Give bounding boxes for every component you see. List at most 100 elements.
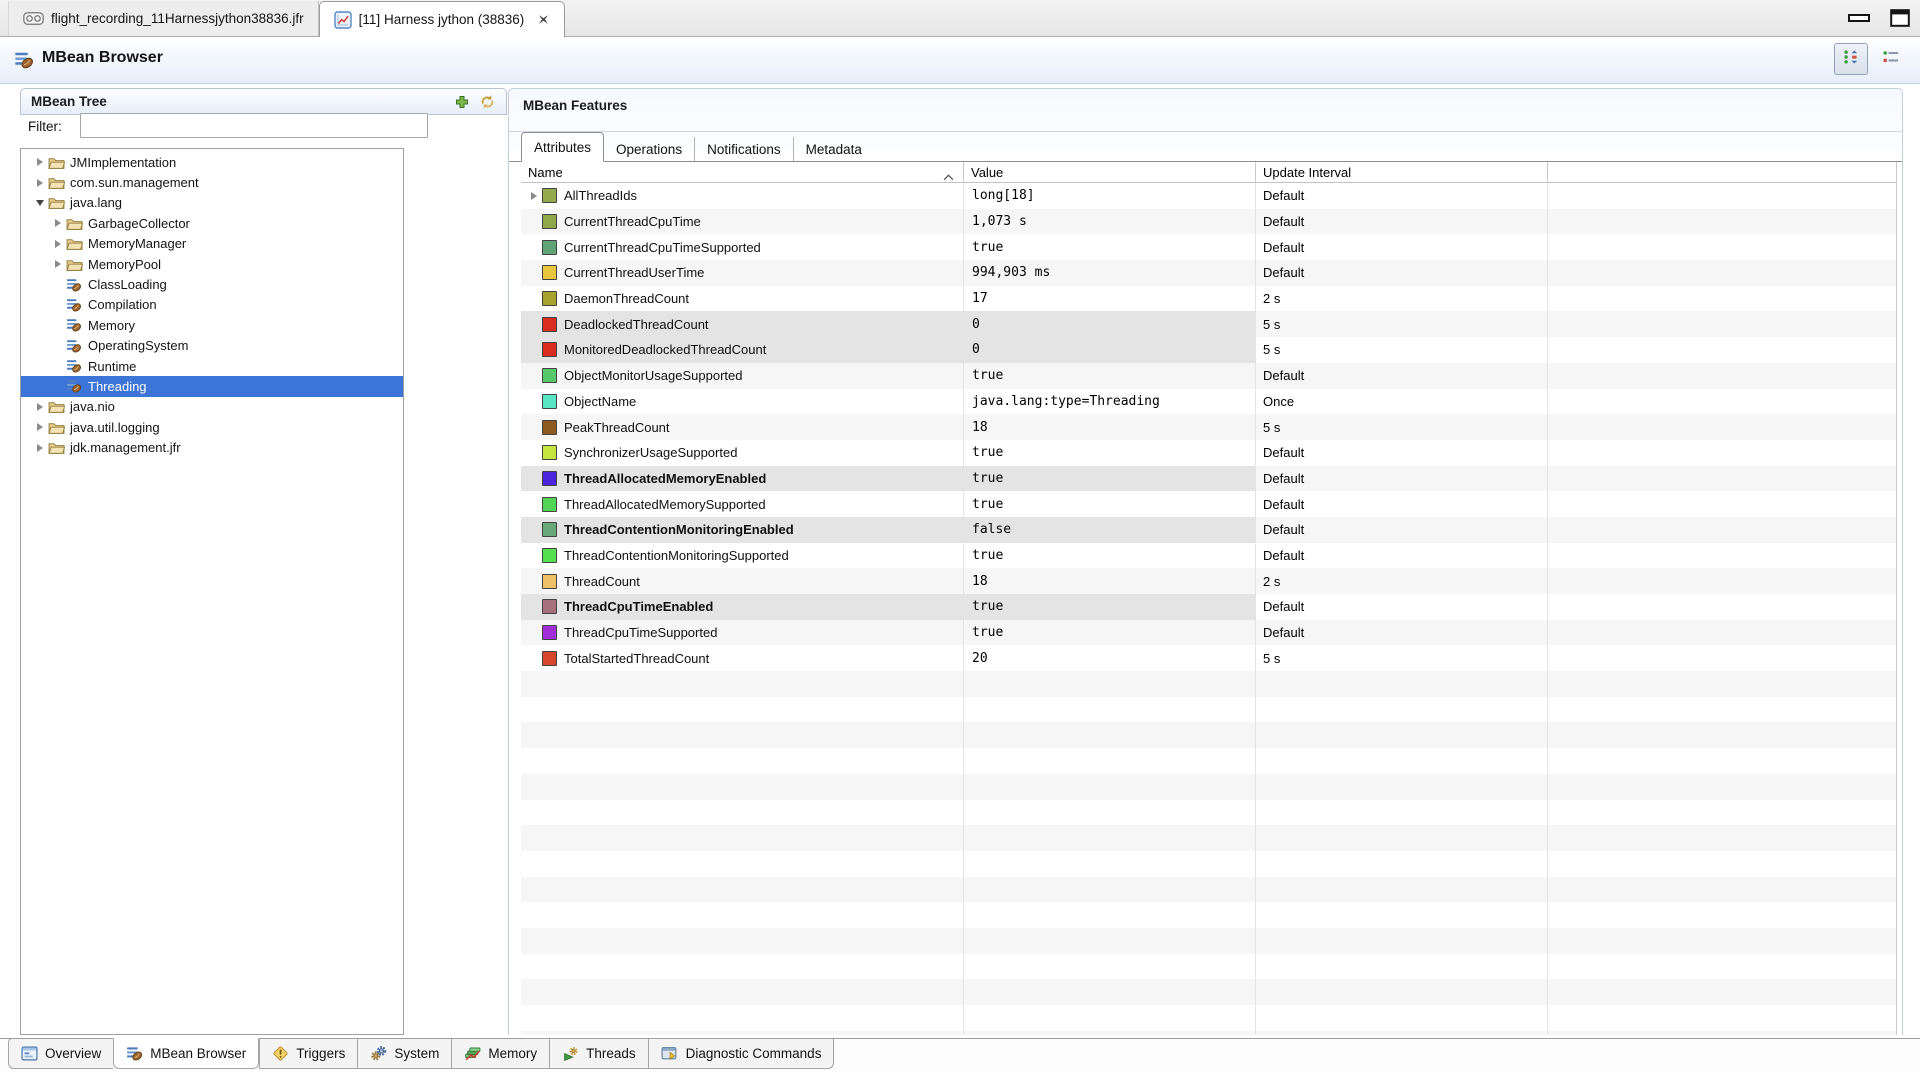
editor-tab-label: flight_recording_11Harnessjython38836.jf… [51, 11, 304, 26]
mbean-icon [66, 378, 87, 394]
close-icon[interactable] [537, 13, 550, 26]
tree-item-jmimplementation[interactable]: JMImplementation [21, 152, 403, 172]
bottom-tab-threads[interactable]: Threads [549, 1038, 648, 1069]
jmc-window: flight_recording_11Harnessjython38836.jf… [0, 0, 1920, 1072]
expand-arrow-icon[interactable] [49, 260, 66, 268]
tree-item-java.util.logging[interactable]: java.util.logging [21, 417, 403, 437]
table-row[interactable]: ThreadCount182 s [521, 568, 1896, 594]
tree-item-java.lang[interactable]: java.lang [21, 193, 403, 213]
table-row[interactable]: CurrentThreadCpuTime1,073 sDefault [521, 209, 1896, 235]
table-row[interactable]: MonitoredDeadlockedThreadCount05 s [521, 337, 1896, 363]
table-row[interactable]: DaemonThreadCount172 s [521, 286, 1896, 312]
table-row[interactable]: DeadlockedThreadCount05 s [521, 311, 1896, 337]
row-filler-cell [1548, 851, 1896, 877]
mbean-icon [66, 277, 87, 293]
expand-arrow-icon[interactable] [31, 158, 48, 166]
table-row[interactable]: ThreadCpuTimeSupportedtrueDefault [521, 620, 1896, 646]
table-row[interactable]: ThreadCpuTimeEnabledtrueDefault [521, 594, 1896, 620]
tree-item-operatingsystem[interactable]: OperatingSystem [21, 336, 403, 356]
table-row[interactable]: CurrentThreadCpuTimeSupportedtrueDefault [521, 234, 1896, 260]
add-icon[interactable] [454, 94, 470, 110]
sort-ascending-icon [943, 169, 954, 184]
bottom-tab-memory[interactable]: Memory [451, 1038, 549, 1069]
attribute-interval-cell [1256, 877, 1548, 903]
expand-arrow-icon[interactable] [31, 423, 48, 431]
attribute-value-cell [964, 722, 1256, 748]
refresh-icon[interactable] [479, 94, 496, 110]
tree-item-classloading[interactable]: ClassLoading [21, 274, 403, 294]
attribute-name: CurrentThreadCpuTimeSupported [564, 240, 761, 255]
column-header-value[interactable]: Value [964, 162, 1256, 182]
tree-item-label: Runtime [87, 359, 136, 374]
attribute-name: CurrentThreadCpuTime [564, 214, 701, 229]
tree-item-memory[interactable]: Memory [21, 315, 403, 335]
column-header-update-interval[interactable]: Update Interval [1256, 162, 1548, 182]
expand-arrow-icon[interactable] [49, 219, 66, 227]
attribute-interval-cell [1256, 825, 1548, 851]
editor-tab[interactable]: flight_recording_11Harnessjython38836.jf… [8, 1, 319, 36]
bottom-tab-mbean-browser[interactable]: MBean Browser [113, 1038, 259, 1069]
attribute-color-chip [542, 574, 557, 589]
attribute-name-cell [521, 671, 964, 697]
tree-item-com.sun.management[interactable]: com.sun.management [21, 172, 403, 192]
row-filler-cell [1548, 286, 1896, 312]
column-header-name[interactable]: Name [521, 162, 964, 182]
table-row[interactable]: PeakThreadCount185 s [521, 414, 1896, 440]
attribute-interval-cell: Default [1256, 260, 1548, 286]
table-row[interactable]: ThreadAllocatedMemoryEnabledtrueDefault [521, 466, 1896, 492]
flight-recording-icon [23, 11, 44, 26]
attribute-interval-cell: Default [1256, 183, 1548, 209]
tree-item-java.nio[interactable]: java.nio [21, 397, 403, 417]
table-row[interactable]: ObjectMonitorUsageSupportedtrueDefault [521, 363, 1896, 389]
table-row[interactable]: ThreadContentionMonitoringSupportedtrueD… [521, 543, 1896, 569]
table-row[interactable]: ThreadContentionMonitoringEnabledfalseDe… [521, 517, 1896, 543]
filter-label: Filter: [28, 119, 62, 134]
filter-input[interactable] [80, 113, 428, 138]
collapse-arrow-icon[interactable] [31, 200, 48, 206]
horizontal-layout-button[interactable] [1874, 43, 1908, 75]
expand-arrow-icon[interactable] [31, 179, 48, 187]
expand-arrow-icon[interactable] [31, 403, 48, 411]
tree-item-garbagecollector[interactable]: GarbageCollector [21, 213, 403, 233]
attribute-value-cell: true [964, 440, 1256, 466]
attributes-table: Name Value Update Interval AllThreadIdslon… [521, 162, 1897, 1035]
row-filler-cell [1548, 979, 1896, 1005]
tree-item-compilation[interactable]: Compilation [21, 295, 403, 315]
table-row[interactable]: ThreadAllocatedMemorySupportedtrueDefaul… [521, 491, 1896, 517]
tab-operations[interactable]: Operations [604, 137, 695, 161]
vertical-layout-button[interactable] [1834, 43, 1868, 75]
bottom-tab-diagnostic-commands[interactable]: Diagnostic Commands [648, 1038, 835, 1069]
expand-arrow-icon[interactable] [49, 240, 66, 248]
table-row[interactable]: CurrentThreadUserTime994,903 msDefault [521, 260, 1896, 286]
table-row[interactable]: AllThreadIdslong[18]Default [521, 183, 1896, 209]
tree-item-memorypool[interactable]: MemoryPool [21, 254, 403, 274]
attribute-color-chip [542, 265, 557, 280]
tree-item-jdk.management.jfr[interactable]: jdk.management.jfr [21, 437, 403, 457]
row-filler-cell [1548, 234, 1896, 260]
table-row[interactable]: ObjectNamejava.lang:type=ThreadingOnce [521, 389, 1896, 415]
table-row[interactable]: SynchronizerUsageSupportedtrueDefault [521, 440, 1896, 466]
column-header-label: Value [971, 165, 1003, 180]
minimize-icon[interactable] [1848, 9, 1870, 27]
bottom-tab-triggers[interactable]: Triggers [259, 1038, 357, 1069]
table-row[interactable]: TotalStartedThreadCount205 s [521, 645, 1896, 671]
tree-item-memorymanager[interactable]: MemoryManager [21, 234, 403, 254]
bottom-tab-overview[interactable]: Overview [8, 1038, 113, 1069]
editor-tab[interactable]: [11] Harness jython (38836) [319, 1, 566, 37]
tab-attributes[interactable]: Attributes [521, 132, 604, 162]
row-filler-cell [1548, 440, 1896, 466]
tree-item-runtime[interactable]: Runtime [21, 356, 403, 376]
tab-metadata[interactable]: Metadata [794, 137, 874, 161]
tree-item-threading[interactable]: Threading [21, 376, 403, 396]
row-filler-cell [1548, 1005, 1896, 1031]
page-title: MBean Browser [42, 49, 163, 67]
expand-arrow-icon[interactable] [525, 192, 542, 200]
row-filler-cell [1548, 414, 1896, 440]
attribute-name-cell [521, 877, 964, 903]
bottom-tab-system[interactable]: System [357, 1038, 451, 1069]
maximize-icon[interactable] [1890, 9, 1910, 27]
mbean-features-title: MBean Features [523, 98, 627, 113]
expand-arrow-icon[interactable] [31, 444, 48, 452]
tab-notifications[interactable]: Notifications [695, 137, 794, 161]
attribute-interval-cell: 5 s [1256, 311, 1548, 337]
